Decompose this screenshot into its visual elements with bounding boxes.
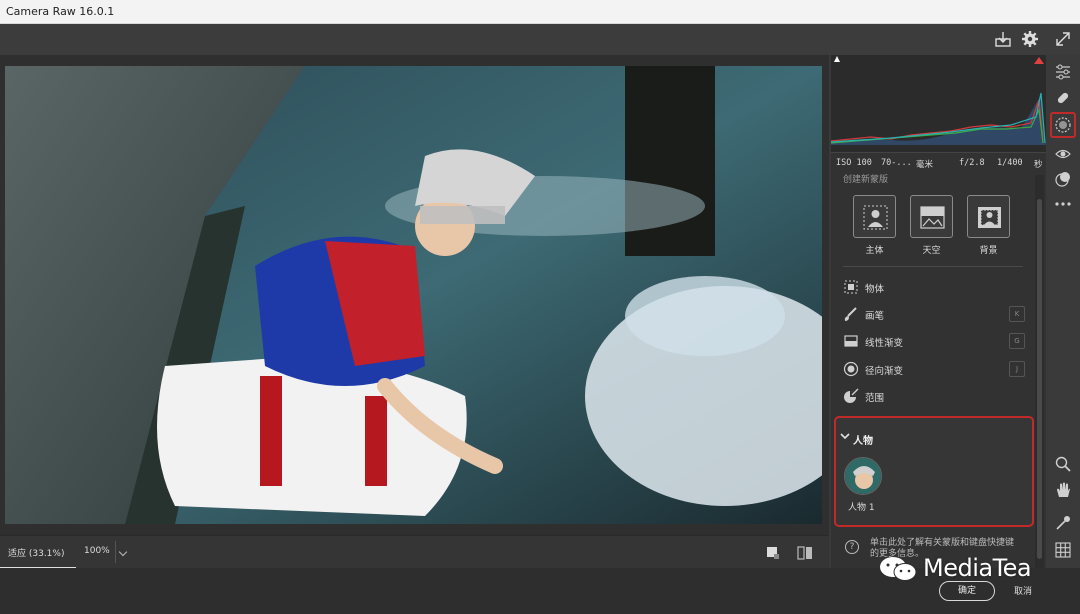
- aperture-value: f/2.8: [959, 158, 985, 168]
- shutter-unit: 秒: [1034, 160, 1043, 170]
- person-thumbnail[interactable]: [844, 457, 882, 495]
- cancel-button[interactable]: 取消: [1014, 584, 1032, 597]
- before-after-toggle-icon[interactable]: [766, 546, 780, 560]
- presets-icon[interactable]: [1054, 170, 1072, 188]
- radial-gradient-shortcut: J: [1009, 361, 1025, 377]
- focal-unit: 毫米: [916, 160, 934, 170]
- person-subject-icon: [863, 205, 888, 230]
- person-face-image: [845, 458, 881, 494]
- chevron-down-icon[interactable]: [840, 431, 850, 441]
- person-name-label: 人物 1: [848, 503, 875, 513]
- people-mask-section: 人物 人物 1: [834, 416, 1034, 527]
- photo-image: [5, 66, 822, 524]
- histogram-graph: [830, 56, 1046, 145]
- scrollbar-thumb[interactable]: [1037, 199, 1042, 559]
- range-icon: [844, 388, 859, 403]
- zoom-fit-tab[interactable]: 适应 (33.1%): [0, 536, 76, 569]
- sky-label: 天空: [922, 246, 941, 256]
- exif-info: ISO 100 70-... 毫米 f/2.8 1/400 秒: [831, 155, 1046, 171]
- background-label: 背景: [979, 246, 998, 256]
- shutter-value: 1/400: [997, 158, 1023, 168]
- tool-brush-label: 画笔: [865, 311, 885, 322]
- settings-icon[interactable]: [1021, 30, 1039, 48]
- zoom-dropdown-icon[interactable]: [115, 541, 129, 563]
- subject-label: 主体: [865, 246, 884, 256]
- fullscreen-icon[interactable]: [1054, 30, 1072, 48]
- help-icon: ?: [845, 540, 859, 554]
- tool-linear-gradient[interactable]: 线性渐变 G: [843, 330, 1025, 352]
- tool-range[interactable]: 范围: [843, 385, 1025, 407]
- sky-icon: [920, 206, 945, 229]
- window-titlebar: Camera Raw 16.0.1: [0, 0, 1080, 24]
- iso-value: ISO 100: [836, 158, 872, 168]
- more-icon[interactable]: [1054, 195, 1072, 213]
- radial-gradient-icon: [843, 361, 859, 377]
- histogram: [830, 55, 1046, 153]
- create-mask-header: 创建新蒙版: [843, 175, 889, 185]
- linear-gradient-shortcut: G: [1009, 333, 1025, 349]
- zoom-icon[interactable]: [1054, 455, 1072, 473]
- shadow-clip-icon[interactable]: [834, 56, 840, 62]
- select-sky-button[interactable]: [910, 195, 953, 238]
- tool-brush[interactable]: 画笔 K: [843, 303, 1025, 325]
- lens-value: 70-...: [881, 158, 912, 168]
- zoom-fit-label: 适应 (33.1%): [8, 549, 65, 559]
- edit-sliders-icon[interactable]: [1054, 63, 1072, 81]
- brush-icon: [844, 307, 857, 321]
- grid-icon[interactable]: [1054, 541, 1072, 559]
- masking-icon[interactable]: [1054, 116, 1072, 134]
- hand-icon[interactable]: [1054, 481, 1072, 499]
- select-background-button[interactable]: [967, 195, 1010, 238]
- panel-scrollbar[interactable]: [1035, 175, 1044, 568]
- top-toolbar: [0, 24, 1080, 55]
- tool-radial-gradient[interactable]: 径向渐变 J: [843, 358, 1025, 380]
- export-icon[interactable]: [994, 30, 1012, 48]
- tool-linear-gradient-label: 线性渐变: [865, 338, 904, 349]
- object-select-icon: [844, 280, 858, 294]
- people-section-title: 人物: [853, 436, 873, 447]
- window-title: Camera Raw 16.0.1: [6, 5, 115, 18]
- ok-button[interactable]: 确定: [939, 581, 995, 601]
- view-statusbar: 适应 (33.1%) 100%: [0, 535, 829, 569]
- tool-object[interactable]: 物体: [843, 276, 1025, 298]
- linear-gradient-icon: [844, 335, 858, 347]
- image-canvas[interactable]: [0, 55, 829, 535]
- section-divider: [843, 266, 1023, 267]
- brush-shortcut: K: [1009, 306, 1025, 322]
- zoom-100-label[interactable]: 100%: [84, 546, 110, 556]
- tool-object-label: 物体: [865, 284, 885, 295]
- tool-range-label: 范围: [865, 393, 885, 404]
- select-subject-button[interactable]: [853, 195, 896, 238]
- healing-icon[interactable]: [1054, 89, 1072, 107]
- watermark-text: MediaTea: [923, 554, 1032, 582]
- highlight-clip-icon[interactable]: [1034, 57, 1044, 64]
- red-eye-icon[interactable]: [1054, 145, 1072, 163]
- wechat-logo-icon: [880, 557, 917, 581]
- photo-preview[interactable]: [5, 66, 822, 524]
- background-icon: [978, 207, 1001, 228]
- split-view-icon[interactable]: [797, 545, 813, 561]
- eyedropper-icon[interactable]: [1054, 514, 1072, 532]
- tool-radial-gradient-label: 径向渐变: [865, 366, 904, 377]
